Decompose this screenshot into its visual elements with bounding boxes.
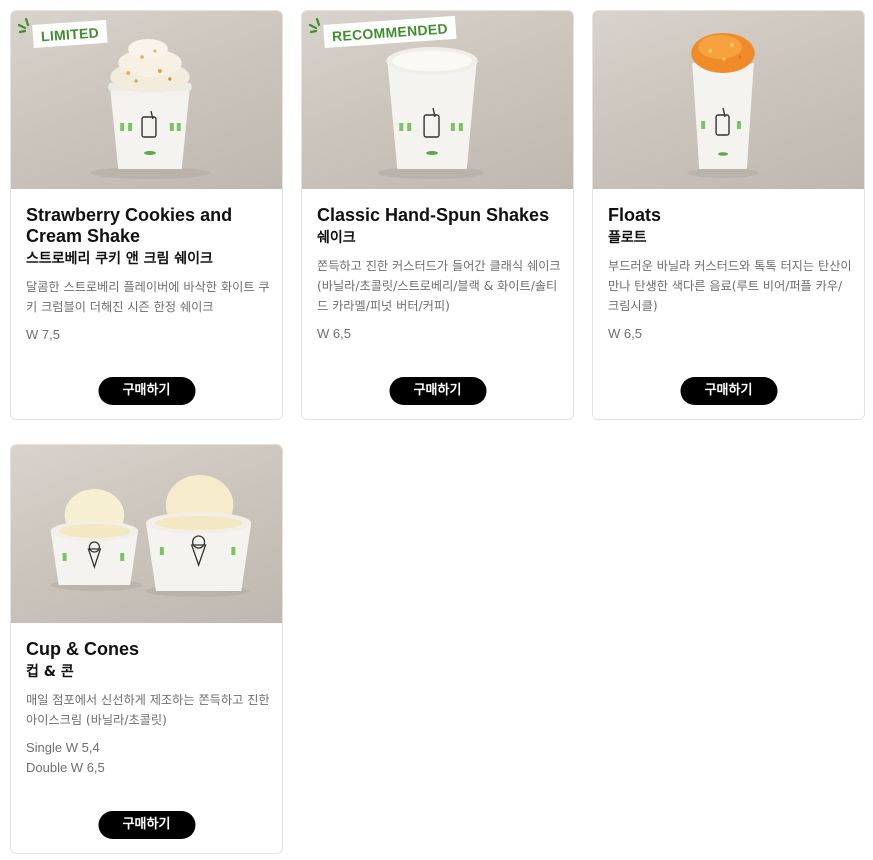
- buy-button[interactable]: 구매하기: [680, 377, 777, 405]
- product-photo: [593, 11, 864, 189]
- product-photo: RECOMMENDED: [302, 11, 573, 189]
- menu-card-floats[interactable]: Floats 플로트 부드러운 바닐라 커스터드와 톡톡 터지는 탄산이 만나 …: [592, 10, 865, 420]
- price-single: Single W 5,4: [26, 740, 100, 755]
- product-price: W 6,5: [317, 326, 351, 341]
- product-title-en: Strawberry Cookies and Cream Shake: [26, 205, 233, 246]
- product-title-ko: 쉐이크: [317, 230, 356, 246]
- product-title-ko: 플로트: [608, 230, 647, 246]
- product-title-en: Classic Hand-Spun Shakes: [317, 205, 550, 225]
- product-price: W 6,5: [608, 326, 642, 341]
- product-price: W 7,5: [26, 327, 60, 342]
- buy-button[interactable]: 구매하기: [98, 811, 195, 839]
- product-title-ko: 스트로베리 쿠키 앤 크림 쉐이크: [26, 251, 213, 267]
- product-title-en: Cup & Cones: [26, 639, 140, 659]
- menu-card-classic-shakes[interactable]: RECOMMENDED Classic Hand-Spun Shakes 쉐이크…: [301, 10, 574, 420]
- price-double: Double W 6,5: [26, 760, 105, 775]
- product-description: 쫀득하고 진한 커스터드가 들어간 클래식 쉐이크(바닐라/초콜릿/스트로베리/…: [317, 259, 561, 313]
- product-description: 달콤한 스트로베리 플레이버에 바삭한 화이트 쿠키 크럼블이 더해진 시즌 한…: [26, 280, 270, 314]
- menu-card-cup-cones[interactable]: Cup & Cones 컵 & 콘 매일 점포에서 신선하게 제조하는 쫀득하고…: [10, 444, 283, 854]
- product-photo: [11, 445, 282, 623]
- menu-card-strawberry-shake[interactable]: LIMITED Strawberry Cookies and Cream Sha…: [10, 10, 283, 420]
- product-title-ko: 컵 & 콘: [26, 664, 74, 680]
- product-title-en: Floats: [608, 205, 662, 225]
- buy-button[interactable]: 구매하기: [389, 377, 486, 405]
- product-description: 부드러운 바닐라 커스터드와 톡톡 터지는 탄산이 만나 탄생한 색다른 음료(…: [608, 259, 852, 313]
- product-photo: LIMITED: [11, 11, 282, 189]
- product-description: 매일 점포에서 신선하게 제조하는 쫀득하고 진한 아이스크림 (바닐라/초콜릿…: [26, 693, 270, 727]
- buy-button[interactable]: 구매하기: [98, 377, 195, 405]
- product-price: Single W 5,4 Double W 6,5: [26, 738, 270, 778]
